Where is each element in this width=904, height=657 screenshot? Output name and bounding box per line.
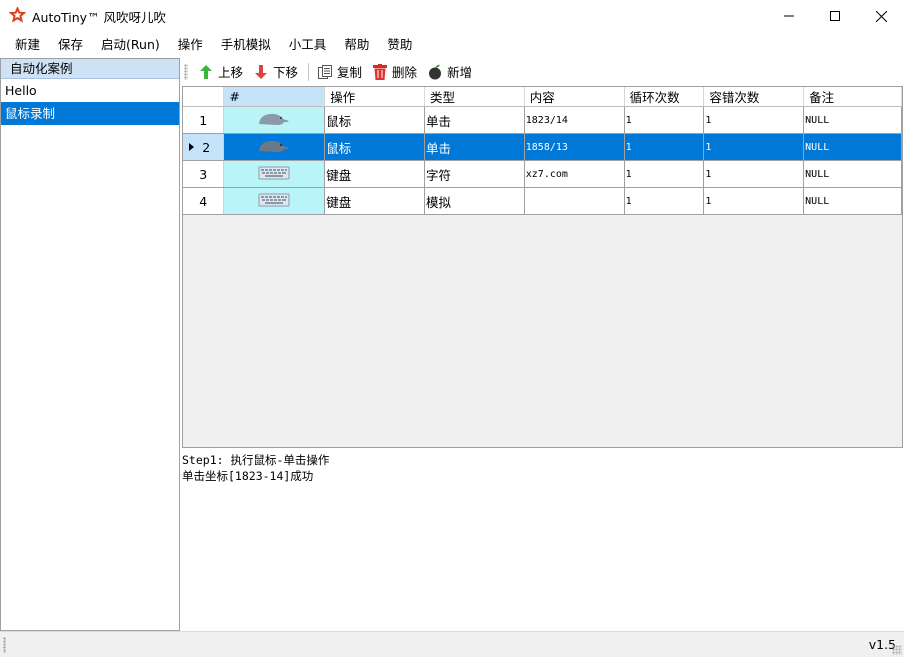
content-cell[interactable]: 1823/14 — [524, 106, 625, 134]
menu-operation[interactable]: 操作 — [169, 32, 212, 58]
move-down-button[interactable]: 下移 — [253, 62, 298, 81]
row-number[interactable]: 1 — [183, 106, 225, 134]
content-cell[interactable]: 1858/13 — [524, 133, 625, 161]
app-logo-icon — [8, 5, 27, 24]
copy-button[interactable]: 复制 — [317, 62, 362, 81]
col-header-retry-count[interactable]: 容错次数 — [703, 87, 805, 107]
toolbar: 上移 下移 复制 删除 新增 — [180, 58, 904, 85]
arrow-up-icon — [198, 64, 214, 80]
row-icon-cell[interactable] — [223, 106, 326, 134]
retry-count-cell[interactable]: 1 — [703, 133, 805, 161]
row-number[interactable]: 4 — [183, 187, 225, 215]
loop-count-cell[interactable]: 1 — [624, 106, 705, 134]
menu-new[interactable]: 新建 — [6, 32, 49, 58]
menu-sponsor[interactable]: 赞助 — [378, 32, 421, 58]
note-cell[interactable]: NULL — [803, 106, 902, 134]
close-button[interactable] — [858, 0, 904, 32]
move-up-button[interactable]: 上移 — [198, 62, 243, 81]
table-row[interactable]: 1 鼠标 单击 1823/14 1 1 NULL — [183, 106, 902, 134]
type-cell[interactable]: 模拟 — [424, 187, 525, 215]
row-header-corner — [183, 87, 225, 107]
minimize-button[interactable] — [766, 0, 812, 32]
case-list-panel: 自动化案例 Hello 鼠标录制 — [0, 58, 180, 631]
grid-header-row: # 操作 类型 内容 循环次数 容错次数 备注 — [183, 87, 902, 107]
resize-grip[interactable] — [892, 645, 902, 655]
status-bar: v1.5 — [0, 631, 904, 657]
type-cell[interactable]: 字符 — [424, 160, 525, 188]
copy-label: 复制 — [337, 65, 363, 80]
retry-count-cell[interactable]: 1 — [703, 160, 805, 188]
note-cell[interactable]: NULL — [803, 187, 902, 215]
mouse-icon — [259, 113, 289, 125]
current-row-arrow-icon — [189, 143, 194, 151]
menu-tools[interactable]: 小工具 — [280, 32, 336, 58]
row-icon-cell[interactable] — [223, 160, 326, 188]
col-header-loop-count[interactable]: 循环次数 — [624, 87, 705, 107]
row-number[interactable]: 2 — [183, 133, 225, 161]
col-header-note[interactable]: 备注 — [803, 87, 902, 107]
type-cell[interactable]: 单击 — [424, 106, 525, 134]
table-row[interactable]: 3 键盘 字符 xz7.com 1 1 NULL — [183, 160, 902, 188]
type-cell[interactable]: 单击 — [424, 133, 525, 161]
case-item-hello[interactable]: Hello — [1, 79, 179, 102]
col-header-operation[interactable]: 操作 — [324, 87, 425, 107]
delete-label: 删除 — [392, 65, 418, 80]
menu-help[interactable]: 帮助 — [335, 32, 378, 58]
loop-count-cell[interactable]: 1 — [624, 187, 705, 215]
row-icon-cell[interactable] — [223, 133, 326, 161]
steps-table: # 操作 类型 内容 循环次数 容错次数 备注 1 鼠标 单击 1823/14 … — [183, 87, 902, 215]
retry-count-cell[interactable]: 1 — [703, 106, 805, 134]
content-cell[interactable] — [524, 187, 625, 215]
table-row[interactable]: 2 鼠标 单击 1858/13 1 1 NULL — [183, 133, 902, 161]
title-bar: AutoTiny™ 风吹呀儿吹 — [0, 0, 904, 32]
status-grip — [3, 637, 6, 653]
toolbar-grip[interactable] — [184, 63, 188, 80]
retry-count-cell[interactable]: 1 — [703, 187, 805, 215]
arrow-down-icon — [253, 64, 269, 80]
log-line: 单击坐标[1823-14]成功 — [182, 469, 314, 483]
copy-icon — [317, 64, 333, 80]
maximize-button[interactable] — [812, 0, 858, 32]
case-list-header: 自动化案例 — [1, 59, 179, 79]
menu-run[interactable]: 启动(Run) — [92, 32, 169, 58]
operation-cell[interactable]: 键盘 — [324, 187, 425, 215]
log-output[interactable]: Step1: 执行鼠标-单击操作 单击坐标[1823-14]成功 — [182, 450, 904, 630]
move-up-label: 上移 — [218, 65, 244, 80]
row-number[interactable]: 3 — [183, 160, 225, 188]
toolbar-separator — [308, 62, 310, 81]
apple-icon — [427, 64, 443, 80]
move-down-label: 下移 — [273, 65, 299, 80]
col-header-index[interactable]: # — [223, 87, 326, 107]
row-number-label: 2 — [202, 139, 211, 155]
window-title: AutoTiny™ 风吹呀儿吹 — [32, 10, 167, 25]
loop-count-cell[interactable]: 1 — [624, 160, 705, 188]
loop-count-cell[interactable]: 1 — [624, 133, 705, 161]
menu-save[interactable]: 保存 — [49, 32, 92, 58]
operation-cell[interactable]: 鼠标 — [324, 106, 425, 134]
mouse-icon — [259, 140, 289, 152]
menu-bar: 新建 保存 启动(Run) 操作 手机模拟 小工具 帮助 赞助 — [0, 32, 904, 58]
table-row[interactable]: 4 键盘 模拟 1 1 NULL — [183, 187, 902, 215]
add-label: 新增 — [447, 65, 473, 80]
row-icon-cell[interactable] — [223, 187, 326, 215]
steps-grid: # 操作 类型 内容 循环次数 容错次数 备注 1 鼠标 单击 1823/14 … — [182, 86, 903, 448]
keyboard-icon — [258, 166, 290, 179]
operation-cell[interactable]: 鼠标 — [324, 133, 425, 161]
operation-cell[interactable]: 键盘 — [324, 160, 425, 188]
trash-icon — [372, 63, 388, 80]
log-line: Step1: 执行鼠标-单击操作 — [182, 453, 330, 467]
add-button[interactable]: 新增 — [427, 62, 472, 81]
note-cell[interactable]: NULL — [803, 133, 902, 161]
delete-button[interactable]: 删除 — [372, 62, 417, 81]
col-header-content[interactable]: 内容 — [524, 87, 625, 107]
case-item-mouse-record[interactable]: 鼠标录制 — [1, 102, 179, 125]
keyboard-icon — [258, 193, 290, 206]
col-header-type[interactable]: 类型 — [424, 87, 525, 107]
note-cell[interactable]: NULL — [803, 160, 902, 188]
content-cell[interactable]: xz7.com — [524, 160, 625, 188]
menu-phone-sim[interactable]: 手机模拟 — [212, 32, 280, 58]
